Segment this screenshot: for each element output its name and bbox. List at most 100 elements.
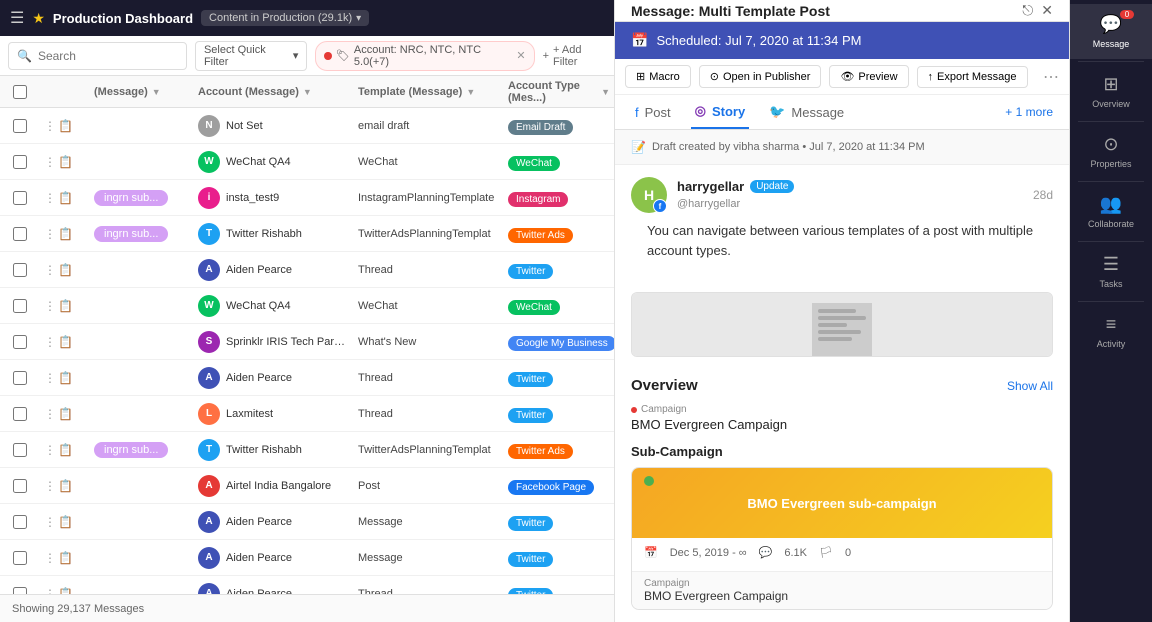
export-button[interactable]: ↑ Export Message (917, 66, 1028, 88)
row-checkbox[interactable] (13, 263, 27, 277)
more-actions-icon[interactable]: ⋮ (44, 155, 56, 169)
row-checkbox[interactable] (13, 443, 27, 457)
preview-button[interactable]: 👁 Preview (829, 65, 908, 88)
table-row[interactable]: ⋮ 📋 W WeChat QA4 WeChat WeChat (0, 288, 614, 324)
row-checkbox[interactable] (13, 479, 27, 493)
more-actions-icon[interactable]: ⋮ (44, 119, 56, 133)
menu-icon[interactable]: ☰ (10, 8, 24, 28)
right-panel-collaborate[interactable]: 👥 Collaborate (1070, 184, 1152, 239)
tab-story[interactable]: ◎ Story (691, 95, 750, 129)
table-row[interactable]: ⋮ 📋 A Aiden Pearce Thread Twitter (0, 252, 614, 288)
row-checkbox[interactable] (13, 587, 27, 595)
more-actions-icon[interactable]: ⋮ (44, 443, 56, 457)
close-icon[interactable]: ✕ (1041, 2, 1053, 19)
more-actions-icon[interactable]: ⋮ (44, 191, 56, 205)
tab-post[interactable]: f Post (631, 97, 675, 128)
more-actions-icon[interactable]: ⋮ (44, 299, 56, 313)
account-type-badge: Twitter Ads (508, 228, 573, 243)
overview-section: Overview Show All Campaign BMO Evergreen… (615, 365, 1069, 622)
content-selector[interactable]: Content in Production (29.1k) ▾ (201, 10, 369, 26)
share-icon[interactable]: ⎋ (1022, 2, 1033, 19)
table-row[interactable]: ⋮ 📋 A Aiden Pearce Thread Twitter (0, 576, 614, 594)
star-icon[interactable]: ★ (32, 10, 45, 27)
right-panel-properties[interactable]: ⊙ Properties (1070, 124, 1152, 179)
remove-filter-icon[interactable]: ✕ (516, 49, 525, 62)
account-name: Sprinklr IRIS Tech Park,... (226, 336, 350, 348)
message-tag: ingrn sub... (94, 442, 168, 458)
table-row[interactable]: ⋮ 📋 A Aiden Pearce Thread Twitter (0, 360, 614, 396)
table-row[interactable]: ⋮ 📋 N Not Set email draft Email Draft (0, 108, 614, 144)
row-checkbox[interactable] (13, 227, 27, 241)
right-panel-tasks[interactable]: ☰ Tasks (1070, 244, 1152, 299)
table-row[interactable]: ⋮ 📋 L Laxmitest Thread Twitter (0, 396, 614, 432)
account-filter-tag[interactable]: 🏷 Account: NRC, NTC, NTC 5.0(+7) ✕ (315, 41, 534, 71)
author-handle: @harrygellar (677, 198, 740, 210)
table-row[interactable]: ⋮ 📋 A Aiden Pearce Message Twitter (0, 540, 614, 576)
row-checkbox[interactable] (13, 515, 27, 529)
message-icon: 📋 (58, 551, 73, 565)
more-actions-icon[interactable]: ⋮ (44, 479, 56, 493)
search-box[interactable]: 🔍 (8, 42, 187, 70)
more-actions-icon[interactable]: ⋮ (44, 263, 56, 277)
tab-message[interactable]: 🐦 Message (765, 96, 848, 128)
table-row[interactable]: ⋮ 📋 S Sprinklr IRIS Tech Park,... What's… (0, 324, 614, 360)
template-name: Message (354, 516, 504, 528)
table-row[interactable]: ⋮ 📋 A Aiden Pearce Message Twitter (0, 504, 614, 540)
account-filter-icon: 🏷 (336, 49, 350, 62)
more-actions-icon[interactable]: ⋮ (44, 371, 56, 385)
account-name: WeChat QA4 (226, 300, 291, 312)
show-all-button[interactable]: Show All (1007, 379, 1053, 393)
table-row[interactable]: ⋮ 📋 ingrn sub... T Twitter Rishabh Twitt… (0, 432, 614, 468)
row-checkbox[interactable] (13, 119, 27, 133)
row-checkbox[interactable] (13, 299, 27, 313)
account-type-badge: Email Draft (508, 120, 573, 135)
table-row[interactable]: ⋮ 📋 ingrn sub... i insta_test9 Instagram… (0, 180, 614, 216)
more-actions-icon[interactable]: ⋮ (44, 515, 56, 529)
template-name: WeChat (354, 300, 504, 312)
account-type-badge: Twitter (508, 372, 553, 387)
divider (1078, 61, 1144, 62)
macro-button[interactable]: ⊞ Macro (625, 65, 691, 88)
sub-campaign-card[interactable]: BMO Evergreen sub-campaign 📅 Dec 5, 2019… (631, 467, 1053, 610)
table-row[interactable]: ⋮ 📋 W WeChat QA4 WeChat WeChat (0, 144, 614, 180)
select-all-checkbox[interactable] (13, 85, 27, 99)
right-panel-overview[interactable]: ⊞ Overview (1070, 64, 1152, 119)
open-publisher-button[interactable]: ⊙ Open in Publisher (699, 65, 822, 88)
campaign-row-label: Campaign (644, 578, 1040, 589)
more-actions-icon[interactable]: ⋮ (44, 335, 56, 349)
sub-campaign-name: BMO Evergreen sub-campaign (747, 496, 936, 511)
divider (1078, 181, 1144, 182)
more-actions-icon[interactable]: ⋮ (44, 407, 56, 421)
red-dot-icon (324, 52, 332, 60)
message-icon: 📋 (58, 263, 73, 277)
quick-filter-button[interactable]: Select Quick Filter ▾ (195, 41, 307, 71)
row-checkbox[interactable] (13, 191, 27, 205)
overview-title: Overview (631, 377, 698, 394)
account-type-badge: Twitter Ads (508, 444, 573, 459)
divider (1078, 121, 1144, 122)
row-checkbox[interactable] (13, 551, 27, 565)
right-panel-activity[interactable]: ≡ Activity (1070, 304, 1152, 359)
active-status-icon (644, 476, 654, 486)
table-row[interactable]: ⋮ 📋 A Airtel India Bangalore Post Facebo… (0, 468, 614, 504)
table-row[interactable]: ⋮ 📋 ingrn sub... T Twitter Rishabh Twitt… (0, 216, 614, 252)
more-actions-icon[interactable]: ⋮ (44, 551, 56, 565)
more-actions-icon[interactable]: ⋮ (44, 587, 56, 595)
row-checkbox[interactable] (13, 335, 27, 349)
more-options-icon[interactable]: ⋯ (1043, 67, 1059, 87)
message-icon: 📋 (58, 191, 73, 205)
search-input[interactable] (38, 49, 178, 63)
more-tabs-button[interactable]: + 1 more (1005, 105, 1053, 119)
row-checkbox[interactable] (13, 371, 27, 385)
right-panel-message[interactable]: 0 💬 Message (1070, 4, 1152, 59)
red-dot-icon (631, 407, 637, 413)
more-actions-icon[interactable]: ⋮ (44, 227, 56, 241)
draft-bar: 📝 Draft created by vibha sharma • Jul 7,… (615, 130, 1069, 165)
campaign-name: BMO Evergreen Campaign (631, 417, 1053, 432)
row-checkbox[interactable] (13, 155, 27, 169)
add-filter-button[interactable]: + + Add Filter (543, 44, 606, 68)
account-name: Twitter Rishabh (226, 444, 302, 456)
right-panel: 0 💬 Message ⊞ Overview ⊙ Properties 👥 Co… (1070, 0, 1152, 622)
message-tag: ingrn sub... (94, 190, 168, 206)
row-checkbox[interactable] (13, 407, 27, 421)
